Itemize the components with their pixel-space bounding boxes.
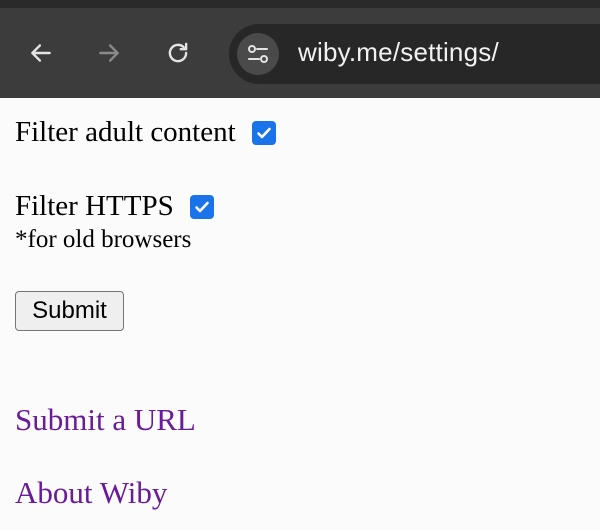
url-text[interactable]: wiby.me/settings/ [298,37,499,68]
checkmark-icon [194,201,209,212]
old-browsers-note: *for old browsers [15,226,192,253]
checkmark-icon [256,127,271,138]
browser-toolbar: wiby.me/settings/ [0,0,600,98]
address-bar[interactable]: wiby.me/settings/ [229,24,600,84]
filter-adult-checkbox[interactable] [251,120,276,145]
submit-url-link[interactable]: Submit a URL [15,402,196,438]
tab-strip-edge [0,0,600,8]
site-info-button[interactable] [237,33,279,75]
arrow-right-icon [99,44,119,62]
forward-button[interactable] [89,33,129,73]
submit-button[interactable]: Submit [15,291,124,331]
filter-adult-row: Filter adult content [15,116,276,149]
settings-page: Filter adult content Filter HTTPS *for o… [0,98,600,530]
filter-https-row: Filter HTTPS [15,190,214,223]
about-wiby-link[interactable]: About Wiby [15,475,167,511]
filter-https-checkbox[interactable] [189,194,214,219]
filter-adult-label: Filter adult content [15,116,236,148]
filter-https-label: Filter HTTPS [15,190,174,222]
reload-icon [168,42,188,63]
reload-button[interactable] [158,33,198,73]
back-button[interactable] [21,33,61,73]
tune-icon [248,45,268,63]
arrow-left-icon [31,44,51,62]
